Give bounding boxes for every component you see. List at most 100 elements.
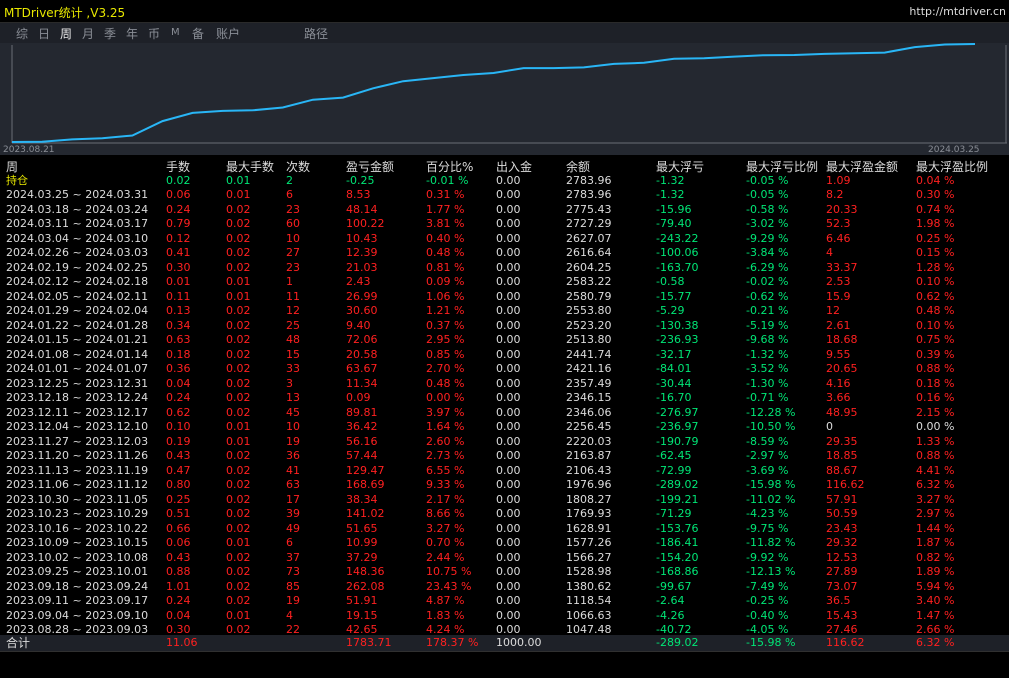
column-header[interactable]: 次数 bbox=[286, 158, 310, 175]
balance-chart-svg: 2023.08.21 2024.03.25 bbox=[3, 43, 1007, 155]
table-cell: 0.74 % bbox=[916, 202, 955, 216]
tab-2[interactable]: 周 bbox=[60, 25, 72, 42]
table-cell: 2346.06 bbox=[566, 405, 612, 419]
table-cell: 2.44 % bbox=[426, 550, 465, 564]
tab-8[interactable]: 备 bbox=[192, 25, 204, 42]
table-cell: 0.00 bbox=[496, 275, 521, 288]
table-cell: -0.05 % bbox=[746, 174, 789, 187]
tab-0[interactable]: 综 bbox=[16, 25, 28, 42]
table-row[interactable]: 2024.02.05 ~ 2024.02.11 0.11 0.01 11 26.99 1.… bbox=[0, 290, 1009, 305]
table-row[interactable]: 2023.10.16 ~ 2023.10.22 0.66 0.02 49 51.65 3.… bbox=[0, 522, 1009, 537]
table-cell: 0.02 bbox=[226, 594, 251, 607]
table-cell: 37.29 bbox=[346, 550, 378, 564]
table-row[interactable]: 2023.09.25 ~ 2023.10.01 0.88 0.02 73 148.36 1… bbox=[0, 565, 1009, 580]
table-cell: 1.09 bbox=[826, 174, 851, 187]
tab-1[interactable]: 日 bbox=[38, 25, 50, 42]
table-row[interactable]: 2023.12.25 ~ 2023.12.31 0.04 0.02 3 11.34 0.4… bbox=[0, 377, 1009, 392]
table-cell: 1628.91 bbox=[566, 521, 612, 535]
tab-5[interactable]: 年 bbox=[126, 25, 138, 42]
table-row[interactable]: 2023.11.13 ~ 2023.11.19 0.47 0.02 41 129.47 6… bbox=[0, 464, 1009, 479]
tab-9[interactable]: 账户 bbox=[216, 25, 240, 42]
table-cell: 57.91 bbox=[826, 492, 858, 506]
tab-4[interactable]: 季 bbox=[104, 25, 116, 42]
table-row[interactable]: 2024.01.15 ~ 2024.01.21 0.63 0.02 48 72.06 2.… bbox=[0, 333, 1009, 348]
table-row[interactable]: 2023.09.04 ~ 2023.09.10 0.04 0.01 4 19.15 1.8… bbox=[0, 609, 1009, 624]
table-row[interactable]: 2024.01.29 ~ 2024.02.04 0.13 0.02 12 30.60 1.… bbox=[0, 304, 1009, 319]
table-cell: 23 bbox=[286, 260, 300, 274]
tab-7[interactable]: M bbox=[171, 27, 180, 38]
table-cell: 1.87 % bbox=[916, 536, 955, 549]
table-row[interactable]: 2024.01.08 ~ 2024.01.14 0.18 0.02 15 20.58 0.… bbox=[0, 348, 1009, 363]
table-cell: -0.71 % bbox=[746, 391, 789, 404]
table-row[interactable]: 2024.02.19 ~ 2024.02.25 0.30 0.02 23 21.03 0.… bbox=[0, 261, 1009, 276]
table-cell: 1.44 % bbox=[916, 521, 955, 535]
table-row[interactable]: 2023.10.09 ~ 2023.10.15 0.06 0.01 6 10.99 0.7… bbox=[0, 536, 1009, 551]
table-row[interactable]: 2023.09.11 ~ 2023.09.17 0.24 0.02 19 51.91 4.… bbox=[0, 594, 1009, 609]
table-cell: 0.00 bbox=[496, 565, 521, 578]
week-range: 2024.02.19 ~ 2024.02.25 bbox=[6, 260, 149, 274]
table-row[interactable]: 2023.11.20 ~ 2023.11.26 0.43 0.02 36 57.44 2.… bbox=[0, 449, 1009, 464]
column-header[interactable]: 周 bbox=[6, 158, 18, 175]
table-cell: 0.25 % bbox=[916, 231, 955, 245]
table-row[interactable]: 2023.11.06 ~ 2023.11.12 0.80 0.02 63 168.69 9… bbox=[0, 478, 1009, 493]
chart-end-date: 2024.03.25 bbox=[928, 145, 980, 155]
table-row[interactable]: 2023.10.02 ~ 2023.10.08 0.43 0.02 37 37.29 2.… bbox=[0, 551, 1009, 566]
table-row[interactable]: 2024.01.22 ~ 2024.01.28 0.34 0.02 25 9.40 0.3… bbox=[0, 319, 1009, 334]
table-cell: 0.00 bbox=[496, 231, 521, 245]
tab-6[interactable]: 币 bbox=[148, 25, 160, 42]
table-cell: -79.40 bbox=[656, 217, 692, 230]
column-header[interactable]: 出入金 bbox=[496, 158, 532, 175]
table-row[interactable]: 2023.09.18 ~ 2023.09.24 1.01 0.02 85 262.08 2… bbox=[0, 580, 1009, 595]
table-row[interactable]: 2023.12.11 ~ 2023.12.17 0.62 0.02 45 89.81 3.… bbox=[0, 406, 1009, 421]
column-header[interactable]: 最大浮盈比例 bbox=[916, 158, 988, 175]
website-link[interactable]: http://mtdriver.cn bbox=[909, 5, 1006, 18]
table-row[interactable]: 2024.01.01 ~ 2024.01.07 0.36 0.02 33 63.67 2.… bbox=[0, 362, 1009, 377]
table-cell: -3.02 % bbox=[746, 217, 789, 230]
table-cell: 89.81 bbox=[346, 405, 378, 419]
table-cell: 0.00 bbox=[496, 391, 521, 404]
tab-3[interactable]: 月 bbox=[82, 25, 94, 42]
table-cell: 0.00 bbox=[496, 579, 521, 593]
column-header[interactable]: 最大浮亏 bbox=[656, 158, 704, 175]
column-header[interactable]: 余额 bbox=[566, 158, 590, 175]
table-cell: 0.24 bbox=[166, 202, 191, 216]
table-cell: 19.15 bbox=[346, 608, 378, 622]
column-header[interactable]: 盈亏金额 bbox=[346, 158, 394, 175]
table-cell: 88.67 bbox=[826, 463, 858, 477]
table-row[interactable]: 2024.02.12 ~ 2024.02.18 0.01 0.01 1 2.43 0.09… bbox=[0, 275, 1009, 290]
table-cell: 0.02 bbox=[226, 362, 251, 375]
table-row[interactable]: 2024.03.11 ~ 2024.03.17 0.79 0.02 60 100.22 3… bbox=[0, 217, 1009, 232]
table-row[interactable]: 2023.12.04 ~ 2023.12.10 0.10 0.01 10 36.42 1.… bbox=[0, 420, 1009, 435]
table-cell: 15.9 bbox=[826, 289, 851, 303]
table-row[interactable]: 2023.11.27 ~ 2023.12.03 0.19 0.01 19 56.16 2.… bbox=[0, 435, 1009, 450]
table-cell: 18.68 bbox=[826, 333, 858, 346]
table-row[interactable]: 2023.12.18 ~ 2023.12.24 0.24 0.02 13 0.09 0.0… bbox=[0, 391, 1009, 406]
column-header[interactable]: 最大手数 bbox=[226, 158, 274, 175]
total-cell: -289.02 bbox=[656, 636, 699, 649]
column-header[interactable]: 百分比% bbox=[426, 158, 473, 175]
table-cell: -72.99 bbox=[656, 463, 692, 477]
table-row[interactable]: 2024.03.25 ~ 2024.03.31 0.06 0.01 6 8.53 0.31… bbox=[0, 188, 1009, 203]
table-cell: -0.02 % bbox=[746, 275, 789, 288]
table-row[interactable]: 2024.02.26 ~ 2024.03.03 0.41 0.02 27 12.39 0.… bbox=[0, 246, 1009, 261]
table-cell: 2.60 % bbox=[426, 434, 465, 448]
column-header[interactable]: 最大浮盈金额 bbox=[826, 158, 898, 175]
table-cell: 2513.80 bbox=[566, 333, 612, 346]
table-cell: 33 bbox=[286, 362, 300, 375]
table-row[interactable]: 2024.03.18 ~ 2024.03.24 0.24 0.02 23 48.14 1.… bbox=[0, 203, 1009, 218]
table-cell: 4.16 bbox=[826, 376, 851, 390]
table-cell: 3.40 % bbox=[916, 594, 955, 607]
column-header[interactable]: 手数 bbox=[166, 158, 190, 175]
table-cell: 10.99 bbox=[346, 536, 378, 549]
table-row[interactable]: 2024.03.04 ~ 2024.03.10 0.12 0.02 10 10.43 0.… bbox=[0, 232, 1009, 247]
table-cell: 0.81 % bbox=[426, 260, 465, 274]
column-header[interactable]: 最大浮亏比例 bbox=[746, 158, 818, 175]
table-row[interactable]: 2023.10.30 ~ 2023.11.05 0.25 0.02 17 38.34 2.… bbox=[0, 493, 1009, 508]
table-cell: 0.18 % bbox=[916, 376, 955, 390]
table-cell: 8.66 % bbox=[426, 507, 465, 520]
table-row[interactable]: 2023.10.23 ~ 2023.10.29 0.51 0.02 39 141.02 8… bbox=[0, 507, 1009, 522]
tab-10[interactable]: 路径 bbox=[304, 25, 328, 42]
week-range: 2024.02.12 ~ 2024.02.18 bbox=[6, 275, 149, 288]
table-cell: 20.65 bbox=[826, 362, 858, 375]
position-row[interactable]: 持仓 0.02 0.01 2 -0.25 -0.01 % 0.00 2783.96 -1.32 -… bbox=[0, 174, 1009, 189]
